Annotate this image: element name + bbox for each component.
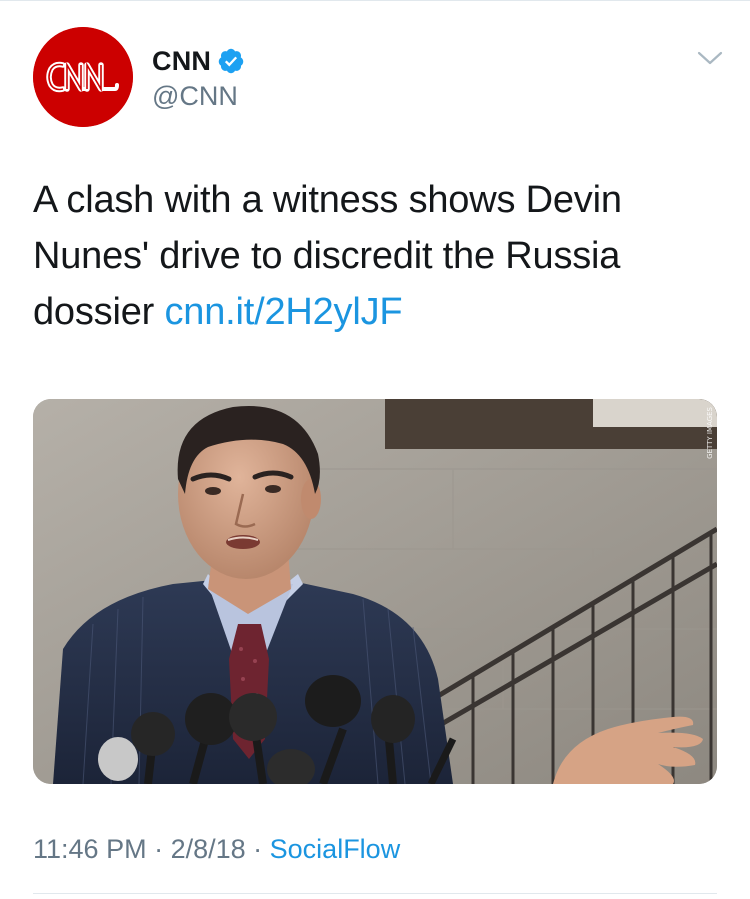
handle[interactable]: @CNN — [152, 81, 245, 112]
meta-separator: · — [146, 834, 171, 864]
photo-illustration — [33, 399, 717, 784]
chevron-down-icon[interactable] — [697, 49, 723, 67]
avatar[interactable] — [33, 27, 133, 127]
tweet-meta: 11:46 PM · 2/8/18 · SocialFlow — [33, 834, 400, 865]
tweet-source-link[interactable]: SocialFlow — [270, 834, 401, 864]
tweet-header: CNN @CNN — [33, 27, 723, 127]
cnn-logo — [33, 27, 133, 127]
bottom-divider — [33, 893, 717, 894]
user-block[interactable]: CNN @CNN — [152, 43, 245, 112]
top-divider — [0, 0, 750, 1]
tweet-date[interactable]: 2/8/18 — [171, 834, 246, 864]
tweet-link[interactable]: cnn.it/2H2ylJF — [164, 291, 402, 333]
photo-watermark: GETTY IMAGES — [706, 407, 714, 459]
tweet-photo[interactable]: GETTY IMAGES — [33, 399, 717, 784]
tweet-text: A clash with a witness shows Devin Nunes… — [33, 172, 723, 340]
display-name-row: CNN — [152, 43, 245, 79]
verified-badge-icon — [217, 47, 245, 75]
display-name[interactable]: CNN — [152, 46, 211, 77]
meta-separator: · — [245, 834, 270, 864]
tweet-time[interactable]: 11:46 PM — [33, 834, 147, 864]
